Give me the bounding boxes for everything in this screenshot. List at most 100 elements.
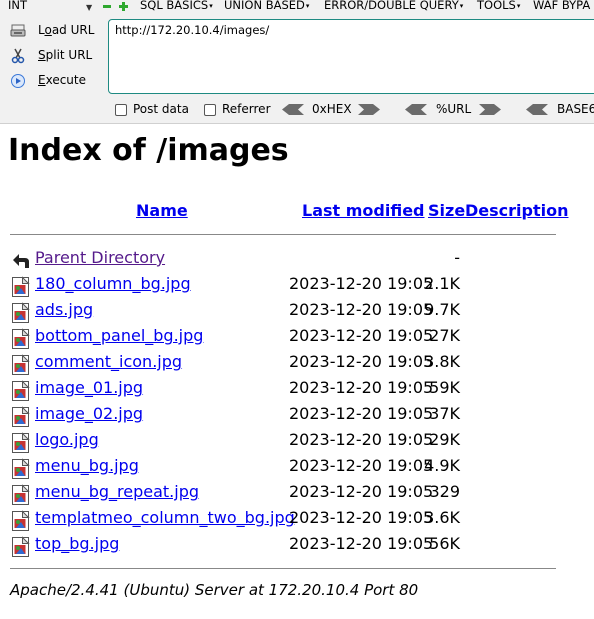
plus-minus-controls [103,2,133,12]
file-link[interactable]: bottom_panel_bg.jpg [35,326,203,345]
file-size: 59K [429,378,460,397]
file-row: image_01.jpg 2023-12-20 19:05 59K [0,376,594,402]
server-signature: Apache/2.4.41 (Ubuntu) Server at 172.20.… [10,581,419,599]
menu-label: WAF BYPA [533,0,591,12]
back-arrow-icon [13,254,29,268]
load-url-label: Load URL [38,23,95,37]
image-file-icon [12,276,30,297]
menu-sql-basics[interactable]: SQL BASICS▾ [140,0,213,12]
file-size: 56K [429,534,460,553]
file-row: 180_column_bg.jpg 2023-12-20 19:05 2.1K [0,272,594,298]
hackbar-toolbar: INT ▼ SQL BASICS▾ UNION BASED▾ ERROR/DOU… [0,0,594,124]
parent-directory-link[interactable]: Parent Directory [35,248,165,267]
file-size: 3.6K [424,508,460,527]
file-size: 9.7K [424,300,460,319]
file-row: menu_bg.jpg 2023-12-20 19:05 4.9K [0,454,594,480]
file-link[interactable]: logo.jpg [35,430,99,449]
file-row: logo.jpg 2023-12-20 19:05 29K [0,428,594,454]
post-data-checkbox[interactable] [115,104,127,116]
referrer-checkbox[interactable] [204,104,216,116]
menu-waf-bypass[interactable]: WAF BYPA [533,0,590,11]
image-file-icon [12,510,30,531]
options-row: Post data Referrer 0xHEX %URL BASE6 [0,100,594,120]
file-row: templatmeo_column_two_bg.jpg 2023-12-20 1… [0,506,594,532]
file-link[interactable]: ads.jpg [35,300,93,319]
menu-label: SQL BASICS [140,0,209,12]
file-date: 2023-12-20 19:05 [289,430,434,449]
file-row: ads.jpg 2023-12-20 19:05 9.7K [0,298,594,324]
column-header-size[interactable]: Size [428,201,465,220]
column-header-last-modified[interactable]: Last modified [302,201,425,220]
plus-icon[interactable] [119,2,128,11]
file-date: 2023-12-20 19:05 [289,326,434,345]
file-size: 27K [429,326,460,345]
chevron-down-icon: ▼ [86,3,93,12]
file-size: 3.8K [424,352,460,371]
file-date: 2023-12-20 19:05 [289,482,434,501]
file-row: image_02.jpg 2023-12-20 19:05 37K [0,402,594,428]
image-file-icon [12,302,30,323]
file-size: 2.1K [424,274,460,293]
type-select-value: INT [8,0,28,12]
url-encode-arrow-icon[interactable] [405,104,427,115]
image-file-icon [12,406,30,427]
file-size: 29K [429,430,460,449]
split-url-label: Split URL [38,48,93,62]
load-url-button[interactable]: Load URL [8,20,98,42]
url-decode-arrow-icon[interactable] [479,104,501,115]
file-link[interactable]: menu_bg_repeat.jpg [35,482,199,501]
execute-label: Execute [38,73,86,87]
file-row: top_bg.jpg 2023-12-20 19:05 56K [0,532,594,558]
file-date: 2023-12-20 19:05 [289,508,434,527]
post-data-label: Post data [133,102,189,116]
image-file-icon [12,380,30,401]
menu-tools[interactable]: TOOLS▾ [477,0,520,12]
hex-encoder-label: 0xHEX [312,102,352,116]
file-date: 2023-12-20 19:05 [289,352,434,371]
file-link[interactable]: 180_column_bg.jpg [35,274,191,293]
menu-union-based[interactable]: UNION BASED▾ [224,0,309,12]
file-row: comment_icon.jpg 2023-12-20 19:05 3.8K [0,350,594,376]
file-date: 2023-12-20 19:05 [289,456,434,475]
file-row: menu_bg_repeat.jpg 2023-12-20 19:05 329 [0,480,594,506]
file-size: 37K [429,404,460,423]
file-link[interactable]: menu_bg.jpg [35,456,139,475]
file-row: bottom_panel_bg.jpg 2023-12-20 19:05 27K [0,324,594,350]
hex-decode-arrow-icon[interactable] [358,104,380,115]
split-url-button[interactable]: Split URL [8,45,98,67]
menu-label: ERROR/DOUBLE QUERY [324,0,459,12]
base64-encode-arrow-icon[interactable] [526,104,548,115]
file-date: 2023-12-20 19:05 [289,404,434,423]
image-file-icon [12,484,30,505]
file-link[interactable]: image_02.jpg [35,404,143,423]
load-url-icon [10,24,26,37]
menu-error-double-query[interactable]: ERROR/DOUBLE QUERY▾ [324,0,463,12]
image-file-icon [12,458,30,479]
image-file-icon [12,328,30,349]
header-divider [10,234,556,235]
minus-icon[interactable] [103,5,111,8]
file-link[interactable]: templatmeo_column_two_bg.jpg [35,508,295,527]
scissors-icon [11,48,25,64]
parent-size: - [454,248,460,267]
hex-encode-arrow-icon[interactable] [282,104,304,115]
url-value: http://172.20.10.4/images/ [115,23,270,37]
execute-icon [11,74,25,88]
referrer-label: Referrer [222,102,271,116]
page-title: Index of /images [8,133,289,168]
file-date: 2023-12-20 19:05 [289,534,434,553]
file-link[interactable]: image_01.jpg [35,378,143,397]
column-header-description[interactable]: Description [465,201,568,220]
file-link[interactable]: top_bg.jpg [35,534,119,553]
caret-icon: ▾ [516,2,521,10]
type-select[interactable]: INT ▼ [8,0,92,12]
caret-icon: ▾ [209,2,213,10]
column-header-name[interactable]: Name [136,201,188,220]
execute-button[interactable]: Execute [8,70,98,92]
url-encoder-label: %URL [436,102,472,116]
url-textarea[interactable]: http://172.20.10.4/images/ [108,19,594,94]
file-date: 2023-12-20 19:05 [289,300,434,319]
file-link[interactable]: comment_icon.jpg [35,352,182,371]
image-file-icon [12,536,30,557]
file-date: 2023-12-20 19:05 [289,274,434,293]
